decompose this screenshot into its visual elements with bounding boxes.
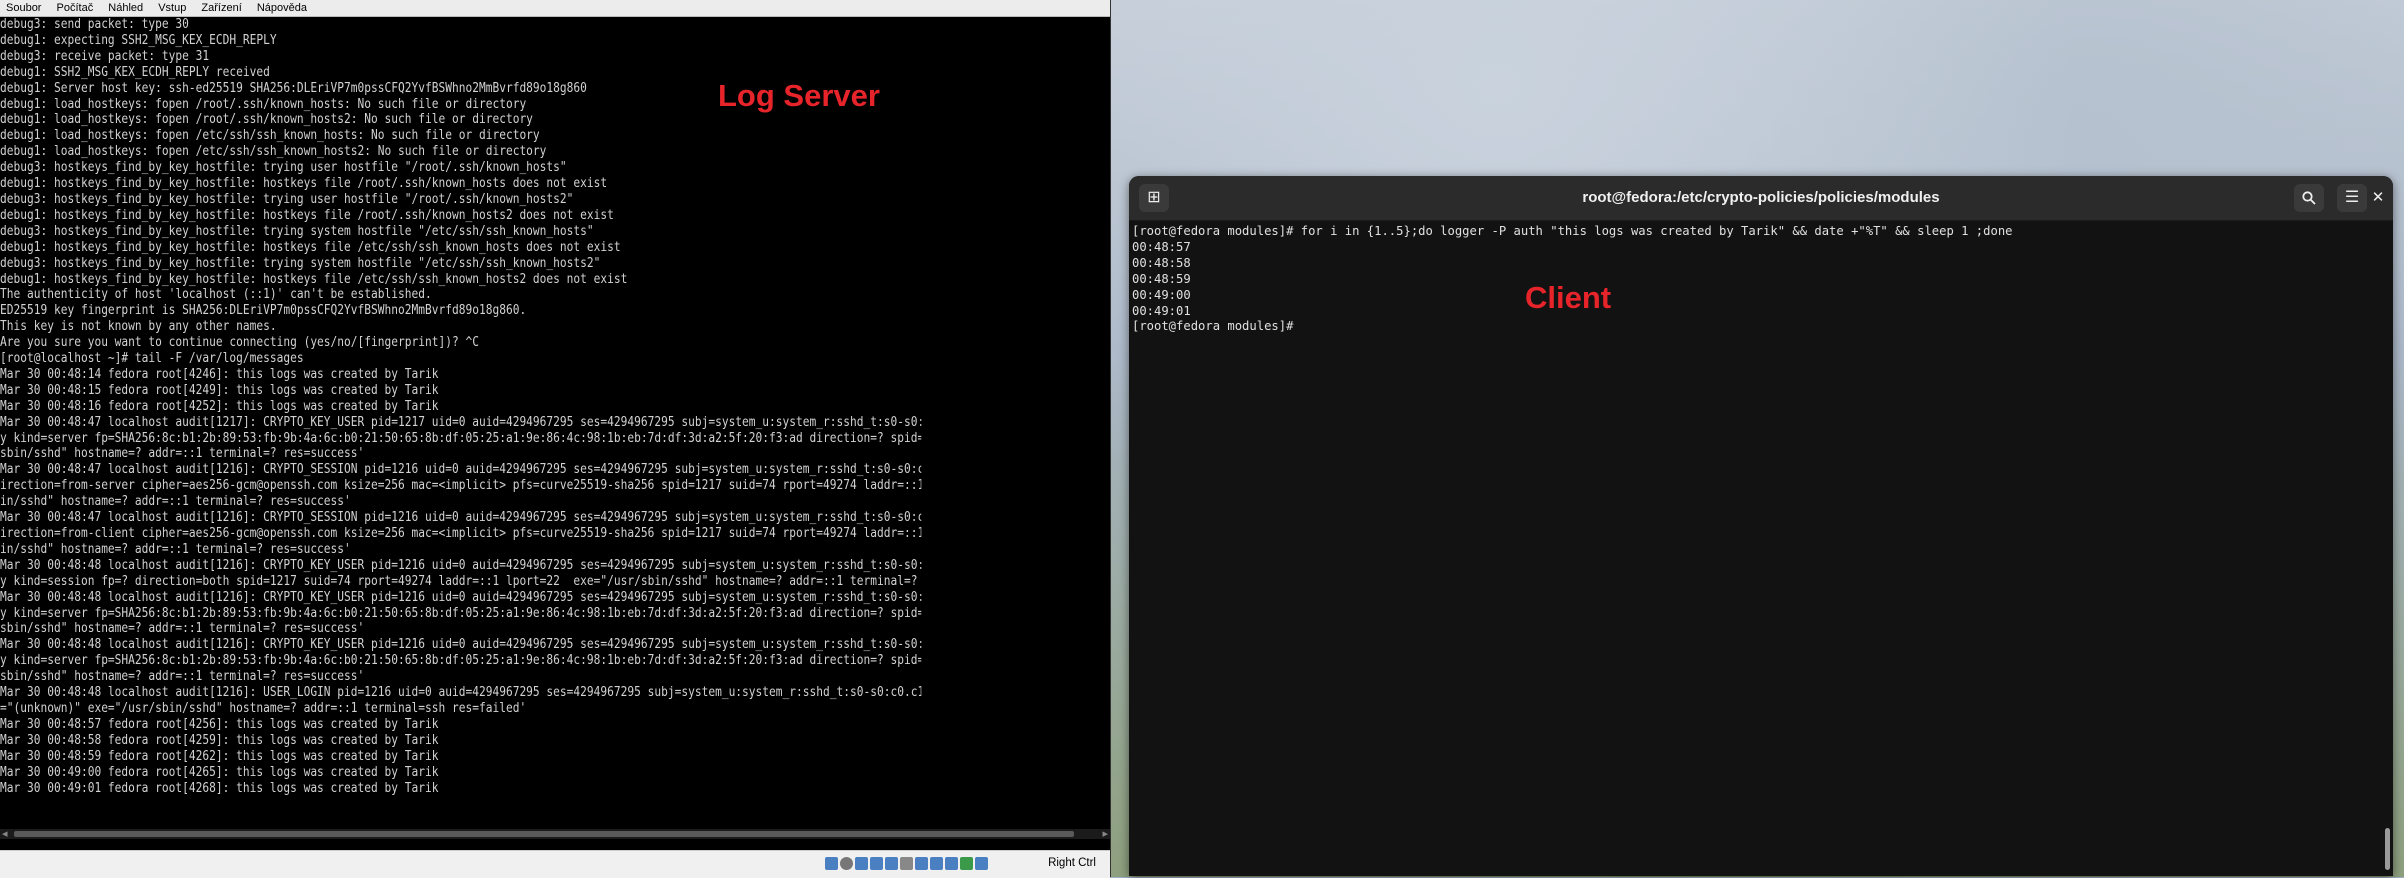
- cpu-icon[interactable]: [945, 857, 958, 870]
- console-line: debug3: receive packet: type 31: [0, 47, 210, 64]
- menu-pocitac[interactable]: Počítač: [51, 0, 100, 16]
- client-label: Client: [1525, 280, 1612, 315]
- console-line: Mar 30 00:48:57 fedora root[4256]: this …: [0, 715, 439, 732]
- console-line: ="(unknown)" exe="/usr/sbin/sshd" hostna…: [0, 699, 527, 716]
- console-line: in/sshd" hostname=? addr=::1 terminal=? …: [0, 540, 351, 557]
- console-line: y kind=session fp=? direction=both spid=…: [0, 572, 922, 589]
- console-line: debug1: load_hostkeys: fopen /etc/ssh/ss…: [0, 127, 540, 144]
- console-line: debug1: hostkeys_find_by_key_hostfile: h…: [0, 206, 614, 223]
- terminal-output[interactable]: [root@fedora modules]# for i in {1..5};d…: [1129, 220, 2372, 874]
- close-button[interactable]: ✕: [2369, 184, 2387, 212]
- terminal-window[interactable]: root@fedora:/etc/crypto-policies/policie…: [1129, 176, 2393, 876]
- console-line: debug3: hostkeys_find_by_key_hostfile: t…: [0, 222, 594, 239]
- scroll-left-icon[interactable]: ◂: [2, 827, 8, 840]
- vm-console-output[interactable]: debug3: send packet: type 30 debug1: expe…: [0, 17, 921, 827]
- console-line: in/sshd" hostname=? addr=::1 terminal=? …: [0, 493, 351, 510]
- console-line: debug1: hostkeys_find_by_key_hostfile: h…: [0, 238, 621, 255]
- scroll-right-icon[interactable]: ▸: [1102, 827, 1108, 840]
- console-line: debug1: load_hostkeys: fopen /root/.ssh/…: [0, 111, 533, 128]
- mouse-integration-icon[interactable]: [960, 857, 973, 870]
- new-tab-icon: ⊞: [1147, 189, 1161, 206]
- menu-vstup[interactable]: Vstup: [152, 0, 192, 16]
- console-line: Mar 30 00:48:14 fedora root[4246]: this …: [0, 365, 439, 382]
- host-key-label: Right Ctrl: [1048, 857, 1096, 869]
- console-line: sbin/sshd" hostname=? addr=::1 terminal=…: [0, 445, 365, 462]
- scrollbar-thumb[interactable]: [14, 831, 1074, 837]
- console-line: Mar 30 00:48:59 fedora root[4262]: this …: [0, 747, 439, 764]
- terminal-line: [root@fedora modules]#: [1132, 319, 1301, 334]
- recording-icon[interactable]: [930, 857, 943, 870]
- display-icon[interactable]: [915, 857, 928, 870]
- console-line: ED25519 key fingerprint is SHA256:DLEriV…: [0, 302, 527, 319]
- console-line: Mar 30 00:48:47 localhost audit[1216]: C…: [0, 461, 922, 478]
- terminal-line: 00:48:57: [1132, 239, 1191, 254]
- desktop-background: root@fedora:/etc/crypto-policies/policie…: [1111, 0, 2404, 877]
- console-line: Are you sure you want to continue connec…: [0, 334, 479, 351]
- audio-icon[interactable]: [855, 857, 868, 870]
- vm-menubar: Soubor Počítač Náhled Vstup Zařízení Náp…: [0, 0, 1110, 17]
- console-line: debug1: hostkeys_find_by_key_hostfile: h…: [0, 175, 608, 192]
- hard-disk-icon[interactable]: [825, 857, 838, 870]
- optical-drive-icon[interactable]: [840, 857, 853, 870]
- terminal-scrollbar[interactable]: [2385, 828, 2390, 870]
- console-line: debug3: hostkeys_find_by_key_hostfile: t…: [0, 190, 574, 207]
- menu-soubor[interactable]: Soubor: [0, 0, 47, 16]
- console-line: y kind=server fp=SHA256:8c:b1:2b:89:53:f…: [0, 429, 922, 446]
- console-line: Mar 30 00:48:15 fedora root[4249]: this …: [0, 381, 439, 398]
- console-line: debug1: load_hostkeys: fopen /etc/ssh/ss…: [0, 143, 547, 160]
- console-line: Mar 30 00:49:01 fedora root[4268]: this …: [0, 779, 439, 796]
- log-server-label: Log Server: [718, 78, 880, 113]
- search-icon: [2302, 191, 2316, 205]
- terminal-title: root@fedora:/etc/crypto-policies/policie…: [1582, 189, 1940, 206]
- search-button[interactable]: [2294, 184, 2324, 212]
- close-icon: ✕: [2371, 189, 2385, 206]
- console-line: This key is not known by any other names…: [0, 318, 277, 335]
- vm-window: Soubor Počítač Náhled Vstup Zařízení Náp…: [0, 0, 1111, 878]
- console-line: irection=from-client cipher=aes256-gcm@o…: [0, 525, 922, 541]
- terminal-line: [root@fedora modules]# for i in {1..5};d…: [1132, 224, 2013, 238]
- console-line: Mar 30 00:48:48 localhost audit[1216]: C…: [0, 556, 922, 573]
- menu-zarizeni[interactable]: Zařízení: [195, 0, 247, 16]
- console-line: debug1: hostkeys_find_by_key_hostfile: h…: [0, 270, 628, 287]
- console-line: debug1: expecting SSH2_MSG_KEX_ECDH_REPL…: [0, 31, 277, 48]
- console-line: debug3: hostkeys_find_by_key_hostfile: t…: [0, 254, 601, 271]
- console-line: Mar 30 00:48:47 localhost audit[1217]: C…: [0, 413, 922, 430]
- network-icon[interactable]: [870, 857, 883, 870]
- console-line: sbin/sshd" hostname=? addr=::1 terminal=…: [0, 668, 365, 685]
- console-line: debug3: hostkeys_find_by_key_hostfile: t…: [0, 159, 567, 176]
- console-line: The authenticity of host 'localhost (::1…: [0, 286, 432, 303]
- console-line: irection=from-server cipher=aes256-gcm@o…: [0, 477, 922, 494]
- keyboard-capture-icon[interactable]: [975, 857, 988, 870]
- console-line: Mar 30 00:48:48 localhost audit[1216]: C…: [0, 636, 922, 653]
- menu-button[interactable]: ☰: [2337, 184, 2367, 212]
- menu-nahled[interactable]: Náhled: [102, 0, 149, 16]
- terminal-line: 00:49:01: [1132, 303, 1191, 318]
- console-line: [root@localhost ~]# tail -F /var/log/mes…: [0, 350, 304, 367]
- terminal-headerbar: root@fedora:/etc/crypto-policies/policie…: [1129, 176, 2393, 221]
- terminal-line: 00:48:59: [1132, 271, 1191, 286]
- console-line: debug3: send packet: type 30: [0, 17, 189, 32]
- new-tab-button[interactable]: ⊞: [1139, 184, 1169, 212]
- usb-icon[interactable]: [885, 857, 898, 870]
- shared-folders-icon[interactable]: [900, 857, 913, 870]
- console-line: Mar 30 00:48:47 localhost audit[1216]: C…: [0, 509, 922, 526]
- console-line: sbin/sshd" hostname=? addr=::1 terminal=…: [0, 620, 365, 637]
- console-line: Mar 30 00:48:48 localhost audit[1216]: C…: [0, 588, 922, 605]
- menu-napoveda[interactable]: Nápověda: [251, 0, 313, 16]
- vm-statusbar: Right Ctrl: [0, 850, 1110, 878]
- status-icons: [825, 857, 988, 871]
- vm-horizontal-scrollbar[interactable]: ◂ ▸: [0, 827, 1110, 840]
- terminal-line: 00:49:00: [1132, 287, 1191, 302]
- terminal-line: 00:48:58: [1132, 255, 1191, 270]
- console-line: y kind=server fp=SHA256:8c:b1:2b:89:53:f…: [0, 604, 922, 621]
- console-line: y kind=server fp=SHA256:8c:b1:2b:89:53:f…: [0, 652, 922, 669]
- hamburger-menu-icon: ☰: [2344, 189, 2360, 206]
- console-line: Mar 30 00:49:00 fedora root[4265]: this …: [0, 763, 439, 780]
- console-line: Mar 30 00:48:16 fedora root[4252]: this …: [0, 397, 439, 414]
- console-line: Mar 30 00:48:58 fedora root[4259]: this …: [0, 731, 439, 748]
- console-line: Mar 30 00:48:48 localhost audit[1216]: U…: [0, 684, 922, 701]
